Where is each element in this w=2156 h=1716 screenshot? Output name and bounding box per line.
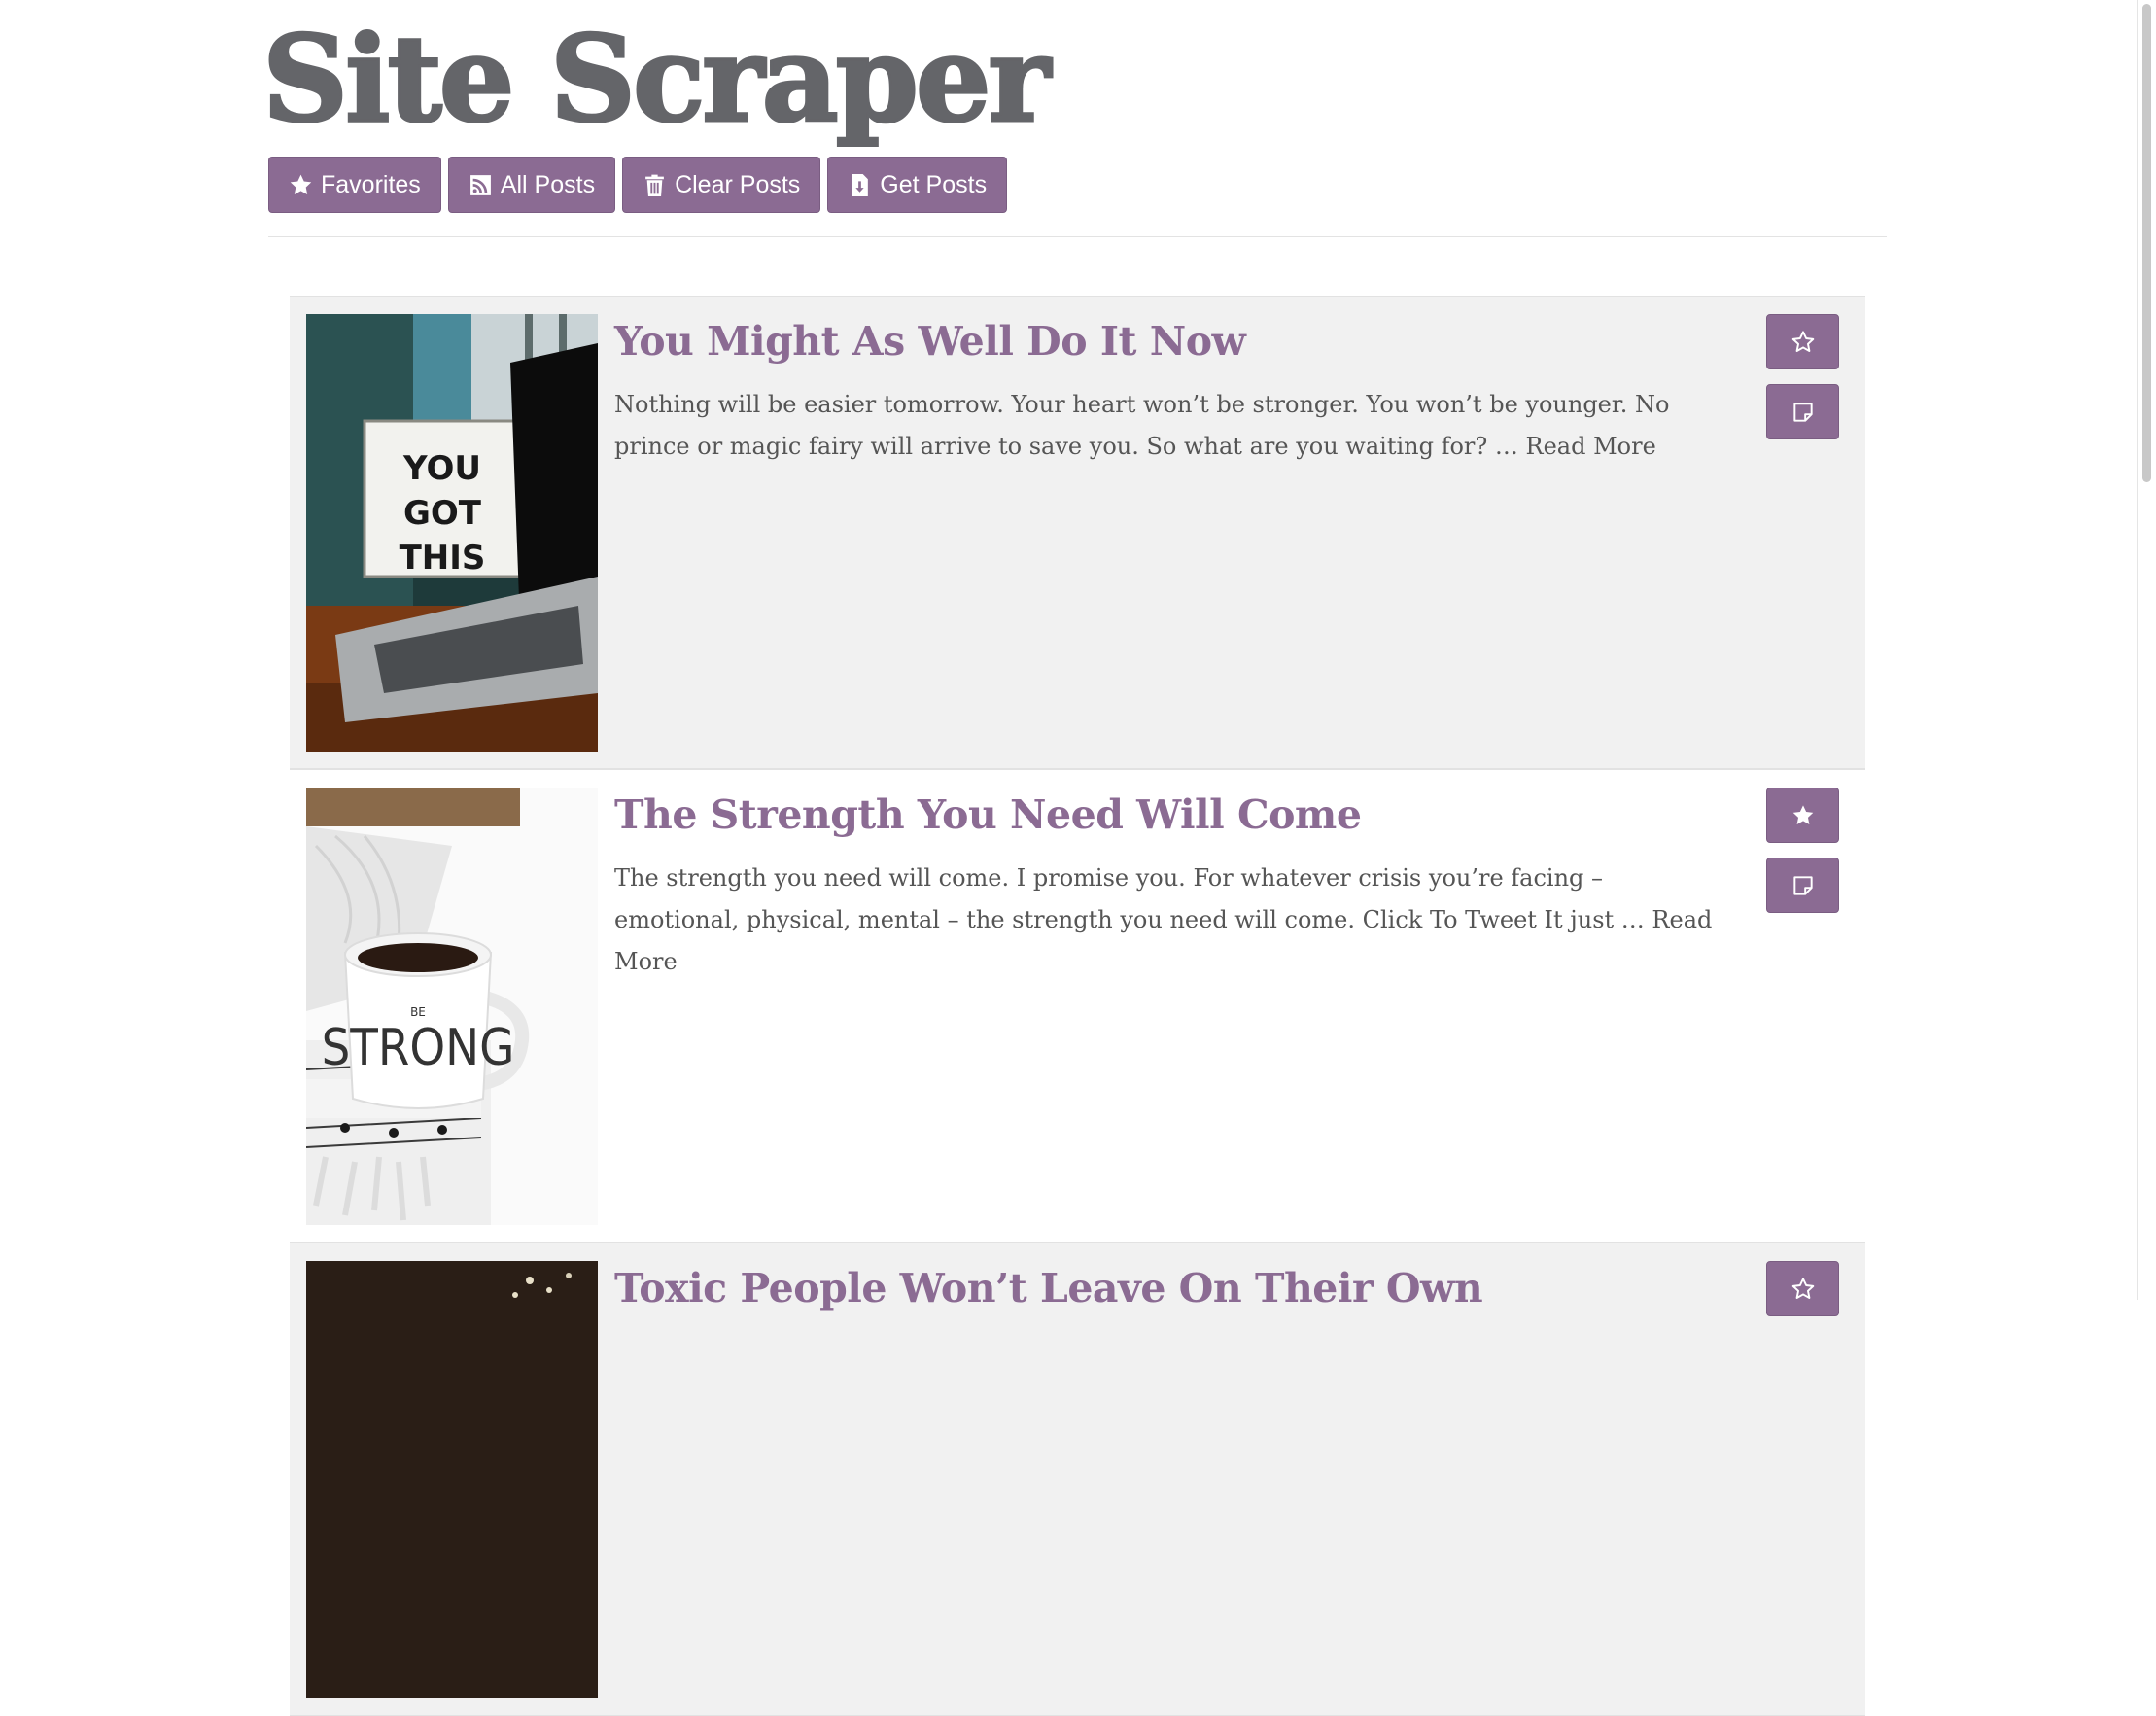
post-title[interactable]: The Strength You Need Will Come	[614, 791, 1362, 838]
mug-word: BE	[410, 1005, 426, 1019]
trash-icon	[643, 173, 667, 197]
lightbox-word: GOT	[403, 494, 482, 533]
lightbox-word: THIS	[400, 539, 486, 578]
clear-posts-button[interactable]: Clear Posts	[622, 157, 821, 213]
favorite-button[interactable]	[1766, 314, 1839, 369]
post-excerpt: The strength you need will come. I promi…	[614, 858, 1732, 983]
favorite-button[interactable]	[1766, 788, 1839, 843]
note-button[interactable]	[1766, 384, 1839, 439]
post-excerpt-text: Nothing will be easier tomorrow. Your he…	[614, 391, 1670, 460]
mug-word: STRONG	[322, 1019, 515, 1077]
all-posts-button[interactable]: All Posts	[447, 157, 616, 213]
note-button[interactable]	[1766, 858, 1839, 913]
scrollbar-thumb[interactable]	[2142, 4, 2151, 482]
note-icon	[1791, 873, 1816, 898]
coffee-mug-image: BE STRONG	[306, 788, 598, 1225]
favorite-button[interactable]	[1766, 1261, 1839, 1316]
lightbox-laptop-image: YOU GOT THIS	[306, 314, 598, 752]
post-thumbnail[interactable]: YOU GOT THIS	[306, 314, 598, 752]
star-icon	[289, 173, 313, 197]
site-title: Site Scraper	[261, 8, 1053, 151]
star-outline-icon	[1791, 330, 1816, 355]
post-thumbnail[interactable]	[306, 1261, 598, 1698]
post-excerpt-text: The strength you need will come. I promi…	[614, 864, 1652, 933]
post-excerpt: Nothing will be easier tomorrow. Your he…	[614, 384, 1732, 468]
post-thumbnail[interactable]: BE STRONG	[306, 788, 598, 1225]
star-filled-icon	[1791, 803, 1816, 828]
post-actions	[1766, 788, 1839, 913]
page-scrollbar[interactable]	[2137, 0, 2156, 1300]
post-item: Toxic People Won’t Leave On Their Own	[290, 1243, 1865, 1716]
nav-bar: Favorites All Posts Clear Posts Get Post…	[268, 157, 1008, 213]
post-title[interactable]: You Might As Well Do It Now	[614, 318, 1246, 365]
note-icon	[1791, 400, 1816, 425]
clear-posts-label: Clear Posts	[675, 170, 801, 198]
post-item: BE STRONG The Strength You Need Will Com…	[290, 769, 1865, 1243]
dark-photo-image	[306, 1261, 598, 1698]
header-divider	[268, 236, 1887, 237]
favorites-label: Favorites	[321, 170, 421, 198]
get-posts-button[interactable]: Get Posts	[827, 157, 1008, 213]
post-actions	[1766, 314, 1839, 439]
get-posts-label: Get Posts	[880, 170, 988, 198]
post-list: YOU GOT THIS You Might As Well Do It Now…	[290, 296, 1865, 1716]
download-file-icon	[848, 173, 872, 197]
post-title[interactable]: Toxic People Won’t Leave On Their Own	[614, 1265, 1483, 1312]
lightbox-word: YOU	[402, 449, 481, 488]
star-outline-icon	[1791, 1277, 1816, 1302]
post-item: YOU GOT THIS You Might As Well Do It Now…	[290, 296, 1865, 769]
read-more-link[interactable]: Read More	[1526, 433, 1656, 460]
favorites-button[interactable]: Favorites	[268, 157, 441, 213]
all-posts-label: All Posts	[500, 170, 596, 198]
rss-icon	[469, 173, 493, 197]
post-actions	[1766, 1261, 1839, 1316]
